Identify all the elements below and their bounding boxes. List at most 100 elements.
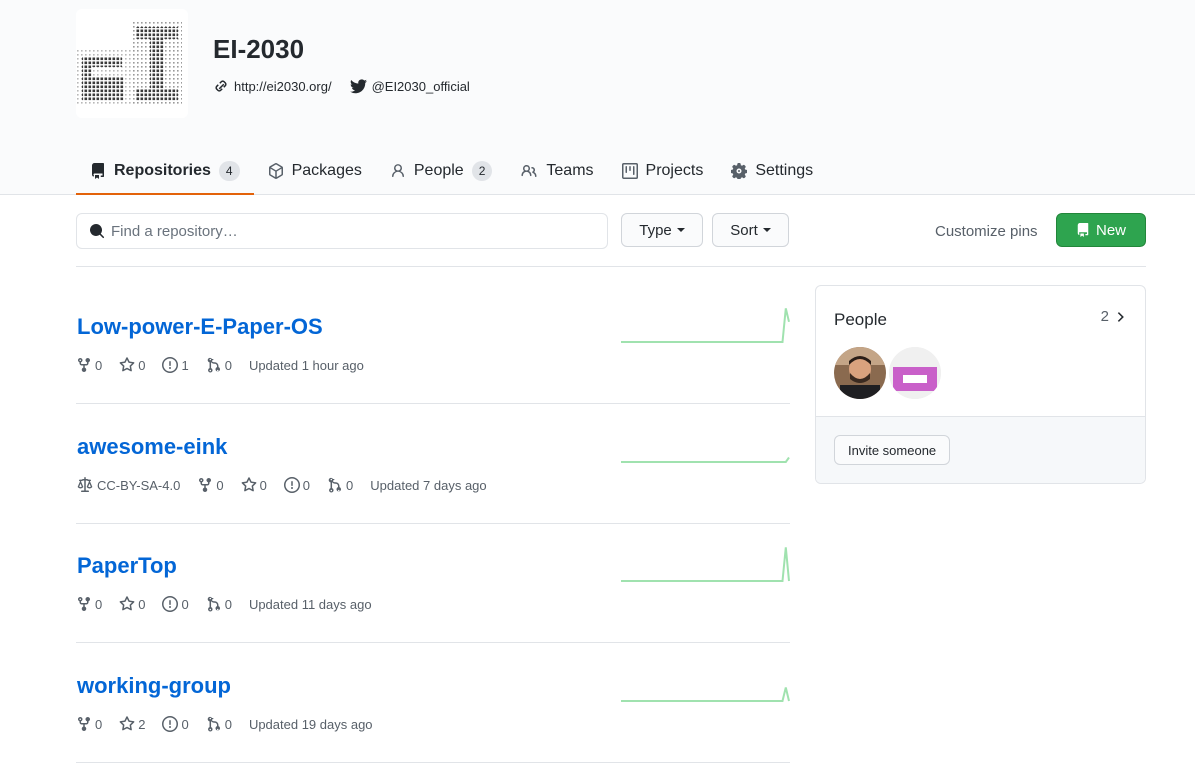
- org-twitter-link[interactable]: @EI2030_official: [349, 78, 470, 94]
- sparkline-path: [621, 547, 790, 582]
- stars-value: 0: [138, 357, 146, 373]
- member-avatar[interactable]: [834, 347, 886, 399]
- forks-value: 0: [95, 357, 103, 373]
- forks-value: 0: [216, 477, 224, 493]
- prs-count[interactable]: 0: [327, 477, 353, 493]
- people-sidebar: People 2 Invite someone: [815, 285, 1146, 484]
- sparkline-path: [621, 687, 790, 702]
- tab-projects-label: Projects: [645, 161, 704, 179]
- star-icon: [119, 357, 135, 372]
- repo-list-item: Low-power-E-Paper-OS 0 0 1 0 Updated 1 h…: [76, 284, 790, 404]
- type-filter-button[interactable]: Type: [621, 213, 703, 247]
- fork-icon: [199, 477, 212, 493]
- issues-value: 1: [181, 357, 189, 373]
- updated-time: Updated 11 days ago: [248, 596, 372, 612]
- fork-icon: [78, 357, 90, 373]
- person-icon: [391, 163, 404, 177]
- repo-list-item: awesome-eink CC-BY-SA-4.0 0 0 0 0 Update…: [76, 404, 790, 524]
- repo-name-link[interactable]: awesome-eink: [77, 434, 227, 460]
- license: CC-BY-SA-4.0: [76, 477, 180, 493]
- repositories-count-badge: 4: [218, 160, 240, 181]
- type-filter-label: Type: [639, 221, 672, 239]
- forks-count[interactable]: 0: [76, 716, 102, 732]
- forks-value: 0: [95, 596, 103, 612]
- org-nav-tabs: Repositories 4 Packages People 2 Teams P…: [76, 148, 827, 195]
- repo-name-link[interactable]: working-group: [77, 673, 231, 699]
- tab-settings-label: Settings: [755, 161, 814, 179]
- tab-settings[interactable]: Settings: [717, 148, 827, 195]
- tab-people-label: People: [413, 161, 464, 179]
- people-title[interactable]: People: [834, 310, 887, 330]
- repo-icon: [1077, 223, 1089, 237]
- stars-count[interactable]: 0: [119, 357, 145, 373]
- forks-count[interactable]: 0: [76, 357, 102, 373]
- tab-projects[interactable]: Projects: [608, 148, 718, 195]
- prs-value: 0: [346, 477, 354, 493]
- people-count-link[interactable]: 2: [1101, 308, 1127, 325]
- invite-someone-button[interactable]: Invite someone: [834, 435, 951, 465]
- activity-sparkline: [621, 687, 790, 702]
- org-twitter-text: @EI2030_official: [371, 78, 470, 94]
- issues-count[interactable]: 0: [162, 596, 189, 612]
- prs-count[interactable]: 0: [206, 716, 232, 732]
- updated-time: Updated 19 days ago: [248, 716, 373, 732]
- repo-meta: 0 0 1 0 Updated 1 hour ago: [76, 357, 381, 373]
- chevron-right-icon: [1117, 311, 1124, 322]
- people-icon: [521, 164, 537, 177]
- sort-label: Sort: [730, 221, 758, 239]
- issues-value: 0: [181, 716, 189, 732]
- stars-count[interactable]: 2: [119, 716, 145, 732]
- forks-count[interactable]: 0: [197, 477, 224, 493]
- prs-count[interactable]: 0: [206, 596, 232, 612]
- activity-sparkline: [621, 456, 790, 463]
- tab-teams[interactable]: Teams: [506, 148, 607, 195]
- issues-count[interactable]: 0: [283, 477, 311, 493]
- repo-name-link[interactable]: Low-power-E-Paper-OS: [77, 314, 323, 340]
- prs-value: 0: [224, 357, 232, 373]
- star-icon: [119, 716, 135, 731]
- project-icon: [621, 162, 638, 179]
- stars-count[interactable]: 0: [241, 477, 267, 493]
- issues-value: 0: [302, 477, 311, 493]
- tab-repositories-label: Repositories: [114, 161, 211, 179]
- forks-count[interactable]: 0: [76, 596, 102, 612]
- org-website-link[interactable]: http://ei2030.org/: [213, 78, 332, 94]
- fork-icon: [78, 596, 90, 612]
- org-header: EI-2030 http://ei2030.org/ @EI2030_offic…: [0, 0, 1195, 195]
- search-icon: [90, 224, 105, 239]
- issues-count[interactable]: 1: [162, 357, 189, 373]
- issue-icon: [162, 596, 179, 612]
- sort-button[interactable]: Sort: [712, 213, 789, 247]
- stars-count[interactable]: 0: [119, 596, 145, 612]
- repo-search-box[interactable]: [76, 213, 608, 249]
- repo-meta: 0 2 0 0 Updated 19 days ago: [76, 716, 390, 732]
- new-repo-label: New: [1095, 221, 1126, 239]
- org-website-text: http://ei2030.org/: [234, 78, 332, 94]
- prs-value: 0: [224, 716, 232, 732]
- tab-repositories[interactable]: Repositories 4: [76, 148, 254, 195]
- repo-name-link[interactable]: PaperTop: [77, 553, 177, 579]
- org-logo[interactable]: [76, 9, 188, 118]
- caret-down-icon: [762, 228, 771, 232]
- org-logo-image: [76, 9, 188, 118]
- customize-pins-link[interactable]: Customize pins: [935, 223, 1038, 240]
- pull-request-icon: [207, 357, 220, 373]
- repo-filter-bar: Type Sort Customize pins New: [76, 213, 1146, 267]
- repo-search-input[interactable]: [111, 222, 591, 240]
- issues-count[interactable]: 0: [162, 716, 189, 732]
- member-avatar[interactable]: [889, 347, 941, 399]
- pull-request-icon: [207, 596, 220, 612]
- star-icon: [119, 596, 135, 611]
- tab-packages[interactable]: Packages: [254, 148, 376, 195]
- twitter-icon: [349, 78, 367, 93]
- stars-value: 2: [138, 716, 146, 732]
- prs-count[interactable]: 0: [206, 357, 232, 373]
- new-repo-button[interactable]: New: [1056, 213, 1146, 247]
- tab-people[interactable]: People 2: [376, 148, 507, 195]
- stars-value: 0: [259, 477, 267, 493]
- member-avatar-image: [889, 347, 941, 399]
- issues-value: 0: [181, 596, 189, 612]
- issue-icon: [283, 477, 300, 493]
- package-icon: [268, 162, 283, 179]
- updated-time: Updated 7 days ago: [370, 477, 487, 493]
